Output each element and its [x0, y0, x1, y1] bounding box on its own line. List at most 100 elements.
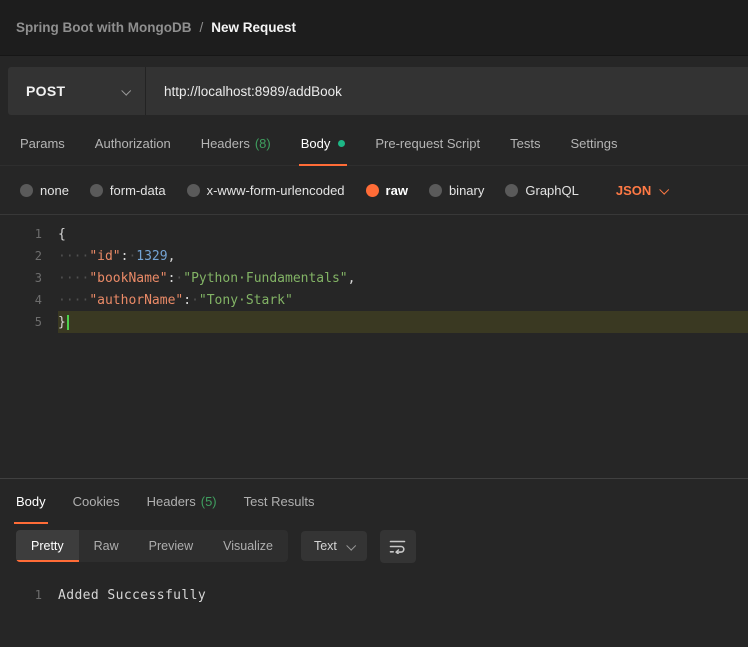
code-token: "id"	[89, 249, 120, 264]
body-type-label: binary	[449, 183, 484, 198]
code-token: "authorName"	[89, 293, 183, 308]
response-format-select[interactable]: Text	[301, 531, 367, 561]
request-tabs: Params Authorization Headers (8) Body Pr…	[0, 122, 748, 166]
body-type-urlencoded[interactable]: x-www-form-urlencoded	[187, 183, 345, 198]
language-select[interactable]: JSON	[616, 183, 667, 198]
code-token: "bookName"	[89, 271, 167, 286]
method-label: POST	[26, 83, 65, 99]
code-line[interactable]: 1{	[0, 223, 748, 245]
breadcrumb: Spring Boot with MongoDB / New Request	[0, 0, 748, 56]
tab-pre-request-script[interactable]: Pre-request Script	[375, 122, 480, 165]
tab-tests[interactable]: Tests	[510, 122, 540, 165]
code-line[interactable]: 3····"bookName":·"Python·Fundamentals",	[0, 267, 748, 289]
response-section: Body Cookies Headers (5) Test Results Pr…	[0, 478, 748, 606]
editor-lines: 1{2····"id":·1329,3····"bookName":·"Pyth…	[0, 223, 748, 333]
radio-icon	[429, 184, 442, 197]
code-token: ,	[168, 249, 176, 264]
text-cursor	[67, 315, 69, 330]
tab-label: Body	[301, 136, 331, 151]
code-token: ····	[58, 271, 89, 286]
line-number: 1	[0, 588, 58, 602]
line-number: 2	[0, 249, 58, 263]
body-type-label: none	[40, 183, 69, 198]
code-line[interactable]: 5}	[0, 311, 748, 333]
view-label: Preview	[149, 539, 193, 553]
code-content: {	[58, 223, 748, 245]
response-tab-headers[interactable]: Headers (5)	[147, 479, 217, 523]
collection-name[interactable]: Spring Boot with MongoDB	[16, 20, 191, 35]
line-number: 3	[0, 271, 58, 285]
radio-icon	[90, 184, 103, 197]
tab-authorization[interactable]: Authorization	[95, 122, 171, 165]
radio-icon	[20, 184, 33, 197]
postman-window: Spring Boot with MongoDB / New Request P…	[0, 0, 748, 647]
code-token: "Python·Fundamentals"	[183, 271, 347, 286]
tab-label: Headers	[147, 494, 196, 509]
code-content: ····"bookName":·"Python·Fundamentals",	[58, 267, 748, 289]
tab-settings[interactable]: Settings	[570, 122, 617, 165]
tab-label: Body	[16, 494, 46, 509]
code-token: ·	[175, 271, 183, 286]
wrap-lines-button[interactable]	[380, 530, 416, 563]
view-pretty-button[interactable]: Pretty	[16, 530, 79, 562]
view-visualize-button[interactable]: Visualize	[208, 530, 288, 562]
headers-count: (8)	[255, 136, 271, 151]
code-token: ,	[348, 271, 356, 286]
response-headers-count: (5)	[201, 494, 217, 509]
body-type-selector: none form-data x-www-form-urlencoded raw…	[0, 166, 748, 214]
radio-icon	[187, 184, 200, 197]
tab-label: Test Results	[244, 494, 315, 509]
body-type-graphql[interactable]: GraphQL	[505, 183, 578, 198]
tab-headers[interactable]: Headers (8)	[201, 122, 271, 165]
body-type-none[interactable]: none	[20, 183, 69, 198]
code-token: "Tony·Stark"	[199, 293, 293, 308]
response-view-group: Pretty Raw Preview Visualize	[16, 530, 288, 562]
response-line: 1 Added Successfully	[0, 584, 748, 606]
tab-label: Headers	[201, 136, 250, 151]
response-body[interactable]: 1 Added Successfully	[0, 569, 748, 606]
request-name[interactable]: New Request	[211, 20, 296, 35]
body-type-label: raw	[386, 183, 408, 198]
body-content-dot	[338, 140, 345, 147]
body-type-binary[interactable]: binary	[429, 183, 484, 198]
chevron-down-icon	[660, 184, 670, 194]
tab-label: Authorization	[95, 136, 171, 151]
view-preview-button[interactable]: Preview	[134, 530, 208, 562]
url-input[interactable]: http://localhost:8989/addBook	[146, 67, 748, 115]
body-type-label: GraphQL	[525, 183, 578, 198]
body-type-raw[interactable]: raw	[366, 183, 408, 198]
code-token: ·	[128, 249, 136, 264]
code-token: 1329	[136, 249, 167, 264]
code-line[interactable]: 2····"id":·1329,	[0, 245, 748, 267]
chevron-down-icon	[346, 540, 356, 550]
body-type-form-data[interactable]: form-data	[90, 183, 166, 198]
response-tab-cookies[interactable]: Cookies	[73, 479, 120, 523]
code-token: ····	[58, 293, 89, 308]
code-line[interactable]: 4····"authorName":·"Tony·Stark"	[0, 289, 748, 311]
radio-icon	[505, 184, 518, 197]
url-text: http://localhost:8989/addBook	[164, 84, 342, 99]
code-content: }	[58, 311, 748, 333]
view-label: Visualize	[223, 539, 273, 553]
response-tab-test-results[interactable]: Test Results	[244, 479, 315, 523]
breadcrumb-separator: /	[199, 20, 203, 35]
code-token: ·	[191, 293, 199, 308]
code-token: }	[58, 315, 66, 330]
code-token: ····	[58, 249, 89, 264]
wrap-lines-icon	[389, 539, 406, 554]
response-tabs: Body Cookies Headers (5) Test Results	[0, 479, 748, 523]
tab-label: Pre-request Script	[375, 136, 480, 151]
response-text: Added Successfully	[58, 588, 206, 603]
tab-params[interactable]: Params	[20, 122, 65, 165]
view-raw-button[interactable]: Raw	[79, 530, 134, 562]
radio-selected-icon	[366, 184, 379, 197]
code-token: :	[183, 293, 191, 308]
view-label: Pretty	[31, 539, 64, 553]
request-body-editor[interactable]: 1{2····"id":·1329,3····"bookName":·"Pyth…	[0, 214, 748, 478]
tab-body[interactable]: Body	[301, 122, 346, 165]
format-label: Text	[314, 539, 337, 553]
response-tab-body[interactable]: Body	[16, 479, 46, 523]
method-select[interactable]: POST	[8, 67, 146, 115]
language-label: JSON	[616, 183, 651, 198]
code-token: :	[168, 271, 176, 286]
